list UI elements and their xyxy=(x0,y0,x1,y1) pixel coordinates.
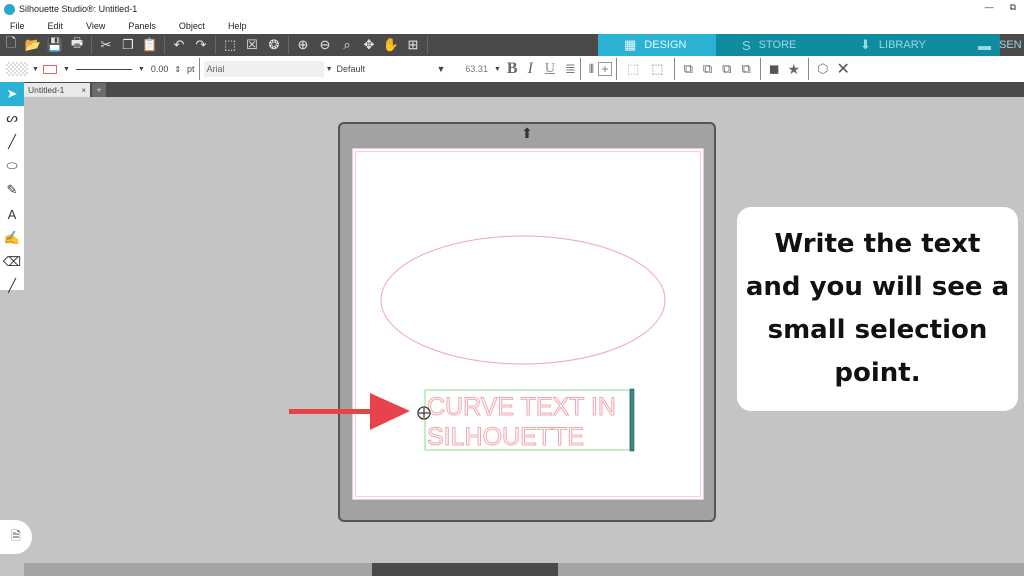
text-line-1[interactable]: CURVE TEXT IN xyxy=(427,393,617,422)
text-line-2[interactable]: SILHOUETTE xyxy=(427,423,585,452)
selection-point-icon[interactable] xyxy=(417,406,431,420)
ellipse-shape[interactable] xyxy=(380,235,666,365)
instruction-callout: Write the text and you will see a small … xyxy=(737,207,1018,411)
scrollbar-thumb[interactable] xyxy=(372,563,558,576)
horizontal-scrollbar[interactable] xyxy=(24,563,1024,576)
text-resize-handle[interactable] xyxy=(629,388,635,452)
library-panel-icon: 🗎 xyxy=(11,528,21,543)
red-arrow-annotation xyxy=(289,393,410,430)
